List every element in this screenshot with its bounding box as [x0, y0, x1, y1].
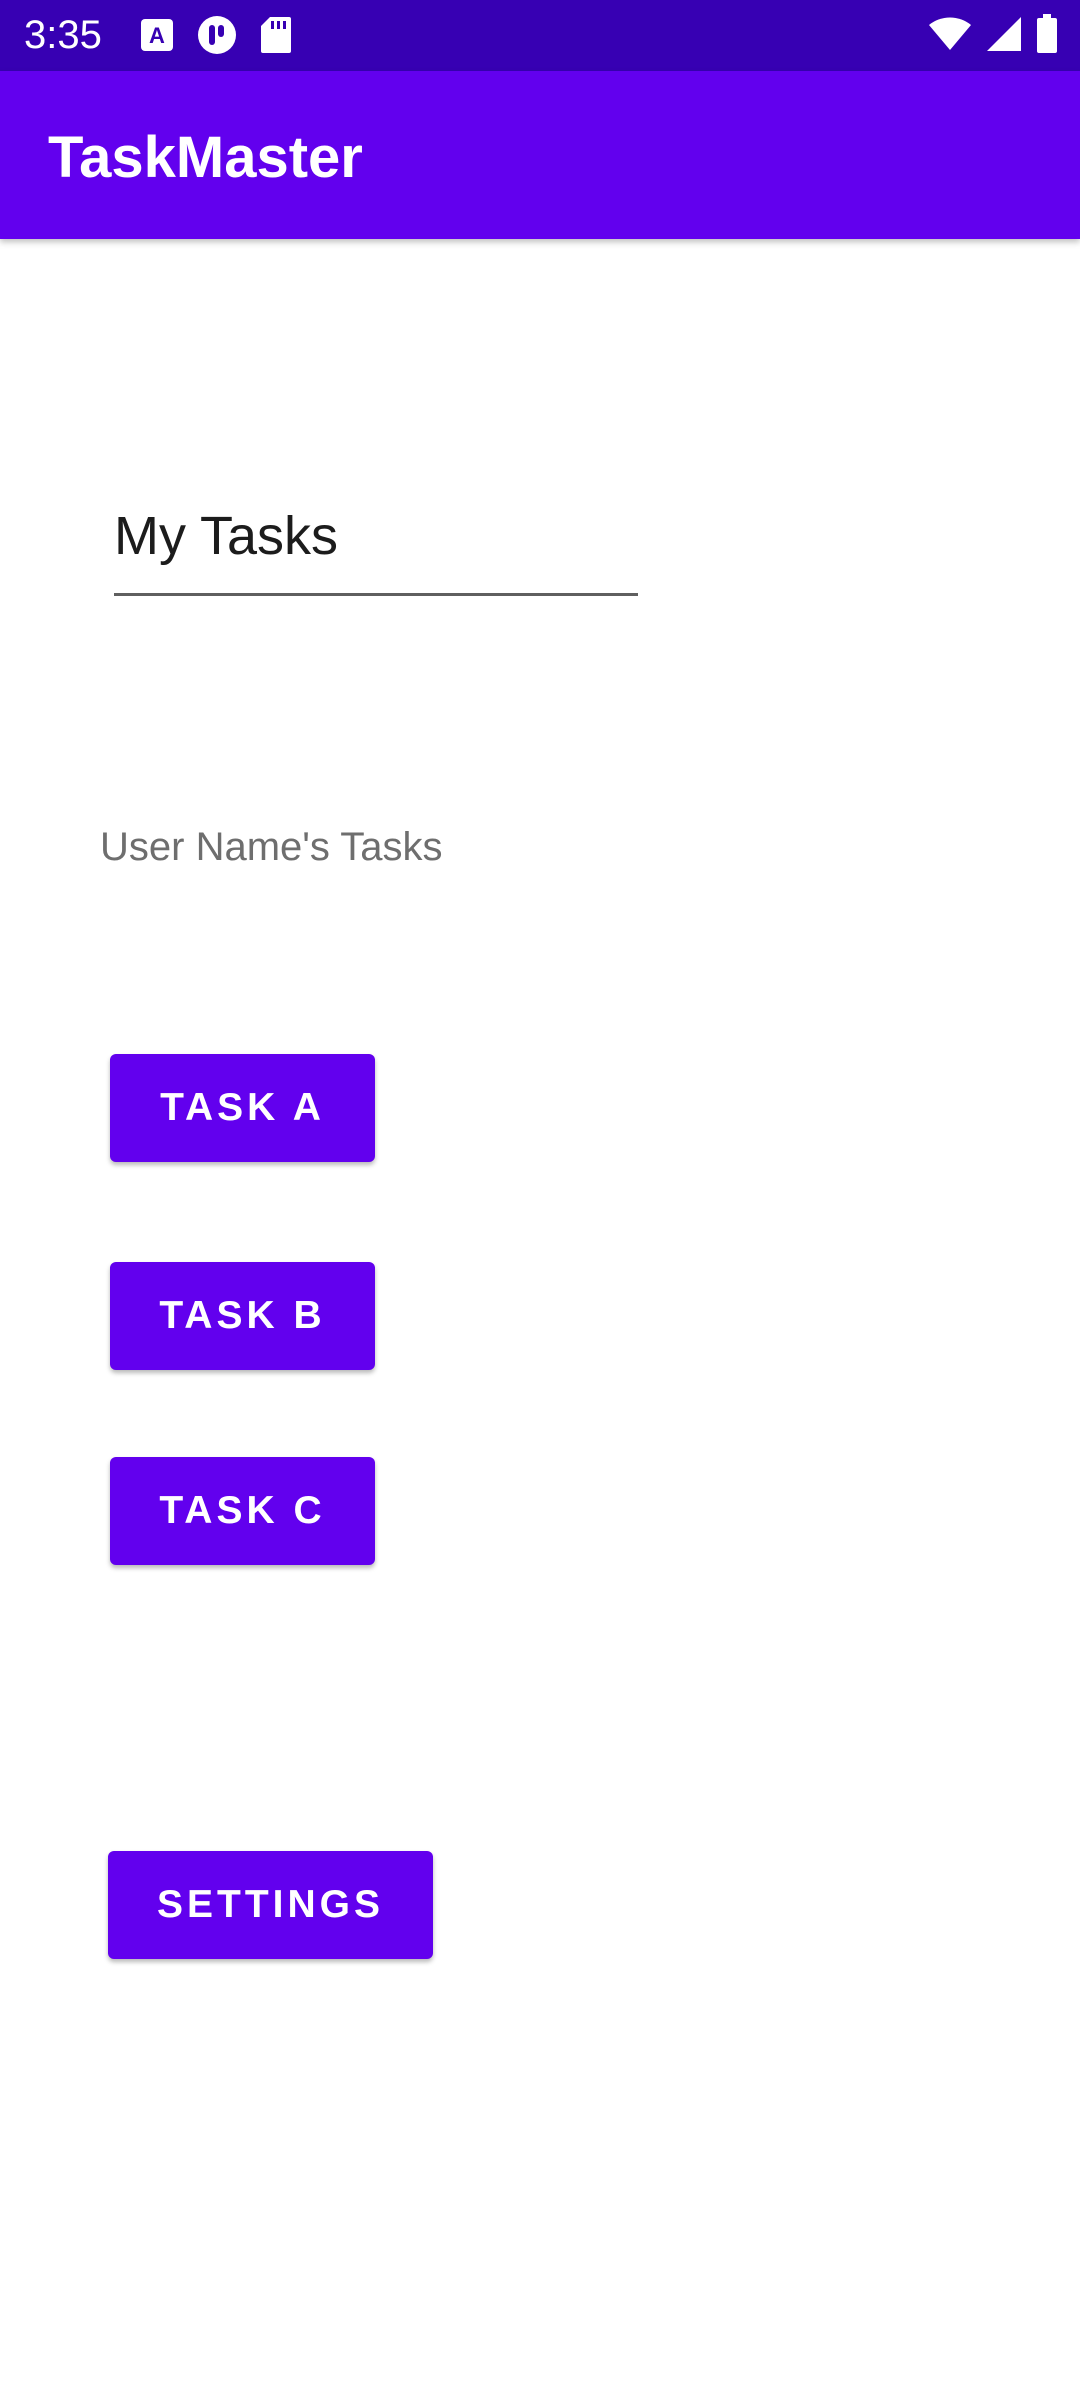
task-b-button[interactable]: Task B — [110, 1262, 375, 1370]
battery-icon — [1036, 14, 1058, 54]
app-bar: TaskMaster — [0, 71, 1080, 239]
accessibility-a-icon: A — [140, 18, 174, 52]
task-c-button-label: Task C — [159, 1489, 326, 1532]
podcast-icon — [196, 14, 238, 56]
cellular-signal-icon — [986, 16, 1022, 52]
sd-card-icon — [260, 16, 292, 54]
task-list-title-value: My Tasks — [114, 506, 339, 566]
app-title: TaskMaster — [48, 125, 363, 190]
status-notification-icons: A — [140, 14, 292, 56]
task-a-button[interactable]: Task A — [110, 1054, 375, 1162]
svg-text:A: A — [149, 23, 165, 48]
status-time: 3:35 — [24, 13, 102, 57]
settings-button-label: Settings — [156, 1883, 385, 1926]
settings-button[interactable]: Settings — [108, 1851, 433, 1959]
status-system-icons — [928, 14, 1058, 54]
task-b-button-label: Task B — [159, 1294, 326, 1337]
task-c-button[interactable]: Task C — [110, 1457, 375, 1565]
task-a-button-label: Task A — [160, 1086, 325, 1129]
wifi-icon — [928, 16, 972, 52]
status-bar: 3:35 A — [0, 0, 1080, 71]
user-tasks-heading: User Name's Tasks — [100, 825, 443, 869]
task-list-title-input[interactable]: My Tasks — [114, 492, 638, 596]
screen: 3:35 A TaskMaster My Tasks User Name's T… — [0, 0, 1080, 2400]
